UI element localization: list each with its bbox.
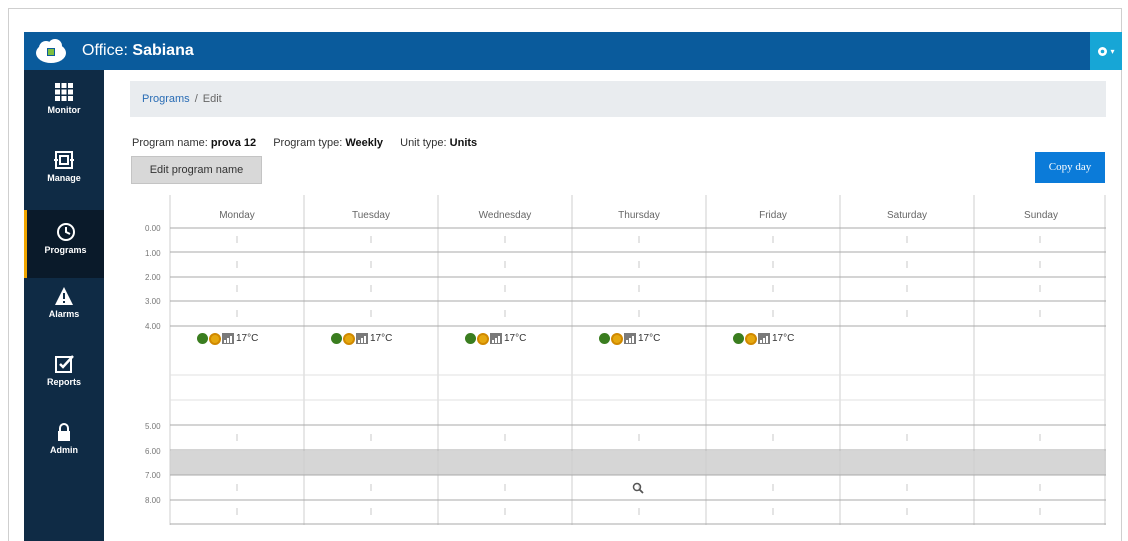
user-menu-button[interactable]: ▾ — [1090, 32, 1122, 70]
sidebar-item-label: Manage — [47, 173, 81, 183]
unit-type-label: Unit type: — [400, 137, 447, 149]
day-header-thursday: Thursday — [618, 210, 660, 221]
breadcrumb-current: Edit — [202, 93, 222, 105]
fan-speed-icon — [222, 333, 234, 344]
manage-icon — [54, 151, 74, 169]
fan-speed-icon — [356, 333, 368, 344]
office-title: Office: Sabiana — [82, 42, 194, 60]
hour-label: 1.00 — [145, 249, 161, 258]
event-temperature: 17°C — [370, 333, 393, 344]
breadcrumb-programs-link[interactable]: Programs — [142, 93, 190, 105]
sidebar-item-monitor[interactable]: Monitor — [24, 76, 104, 144]
day-header-monday: Monday — [219, 210, 255, 221]
mode-icon — [343, 332, 355, 345]
mode-icon — [611, 332, 623, 345]
breadcrumb: Programs / Edit — [130, 81, 1106, 117]
program-name-value: prova 12 — [210, 137, 257, 149]
hour-label: 2.00 — [145, 273, 161, 282]
mode-icon — [477, 332, 489, 345]
event-temperature: 17°C — [772, 333, 795, 344]
hour-label: 7.00 — [145, 471, 161, 480]
edit-program-name-button[interactable]: Edit program name — [131, 156, 262, 184]
sidebar-item-label: Alarms — [48, 309, 80, 319]
schedule-grid-lines — [169, 195, 1106, 525]
office-name: Sabiana — [132, 42, 194, 59]
hour-label: 8.00 — [145, 496, 161, 505]
mode-icon — [209, 332, 221, 345]
hour-label: 4.00 — [145, 322, 161, 331]
lock-icon — [58, 423, 70, 441]
program-info: Program name: prova 12 Program type: Wee… — [132, 137, 491, 149]
schedule-event-wednesday[interactable]: 17°C — [465, 331, 526, 346]
program-type-value: Weekly — [345, 137, 384, 149]
status-on-icon — [733, 333, 744, 344]
schedule-event-thursday[interactable]: 17°C — [599, 331, 660, 346]
schedule-event-friday[interactable]: 17°C — [733, 331, 794, 346]
schedule-event-tuesday[interactable]: 17°C — [331, 331, 392, 346]
status-on-icon — [599, 333, 610, 344]
schedule-event-monday[interactable]: 17°C — [197, 331, 258, 346]
event-temperature: 17°C — [236, 333, 259, 344]
office-prefix: Office: — [82, 42, 133, 59]
hour-label: 6.00 — [145, 447, 161, 456]
sidebar-item-alarms[interactable]: Alarms — [24, 280, 104, 348]
sidebar-item-reports[interactable]: Reports — [24, 348, 104, 416]
hour-label: 0.00 — [145, 224, 161, 233]
sidebar-item-label: Programs — [44, 245, 87, 255]
fan-speed-icon — [490, 333, 502, 344]
hour-label: 3.00 — [145, 297, 161, 306]
copy-day-button[interactable]: Copy day — [1035, 152, 1105, 183]
day-header-sunday: Sunday — [1024, 210, 1058, 221]
program-type-label: Program type: — [273, 137, 343, 149]
day-header-friday: Friday — [759, 210, 787, 221]
fan-speed-icon — [758, 333, 770, 344]
unit-type-value: Units — [449, 137, 478, 149]
cloud-logo-icon[interactable] — [34, 37, 68, 65]
top-bar: Office: Sabiana ▾ — [24, 32, 1122, 70]
sidebar-item-admin[interactable]: Admin — [24, 416, 104, 484]
sidebar: Monitor Manage Programs Alarms Reports A… — [24, 70, 104, 541]
day-header-wednesday: Wednesday — [478, 210, 532, 221]
day-header-saturday: Saturday — [886, 210, 928, 221]
status-on-icon — [331, 333, 342, 344]
sidebar-item-label: Monitor — [47, 105, 81, 115]
breadcrumb-separator: / — [194, 93, 198, 105]
sidebar-item-manage[interactable]: Manage — [24, 144, 104, 212]
gear-icon — [1098, 46, 1108, 56]
weekly-schedule-grid[interactable] — [132, 195, 1106, 525]
sidebar-item-programs[interactable]: Programs — [24, 210, 104, 278]
event-temperature: 17°C — [504, 333, 527, 344]
warning-icon — [55, 287, 73, 305]
zoom-cursor-icon — [632, 482, 644, 494]
status-on-icon — [465, 333, 476, 344]
fan-speed-icon — [624, 333, 636, 344]
day-header-tuesday: Tuesday — [352, 210, 390, 221]
chevron-down-icon: ▾ — [1110, 46, 1115, 56]
event-temperature: 17°C — [638, 333, 661, 344]
hour-label: 5.00 — [145, 422, 161, 431]
sidebar-item-label: Reports — [46, 377, 81, 387]
clock-icon — [56, 223, 75, 241]
grid-icon — [55, 83, 73, 101]
check-square-icon — [55, 355, 74, 373]
sidebar-item-label: Admin — [50, 445, 78, 455]
status-on-icon — [197, 333, 208, 344]
program-name-label: Program name: — [132, 137, 208, 149]
mode-icon — [745, 332, 757, 345]
